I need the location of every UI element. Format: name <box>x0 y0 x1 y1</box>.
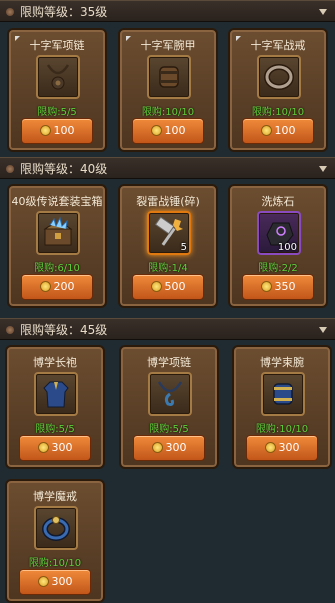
buy-button[interactable]: 300 <box>246 435 318 461</box>
buy-button[interactable]: 100 <box>242 118 314 144</box>
item-name: 博学长袍 <box>33 356 77 369</box>
buy-button[interactable]: 200 <box>21 274 93 300</box>
item-name: 洗炼石 <box>261 195 295 208</box>
purchase-limit: 限购:10/10 <box>251 107 305 118</box>
coin-icon <box>264 442 276 453</box>
item-name: 博学项链 <box>147 356 191 369</box>
section-bullet-icon <box>6 326 14 334</box>
buy-button[interactable]: 100 <box>21 118 93 144</box>
collapse-caret-icon[interactable] <box>319 9 327 15</box>
price: 100 <box>53 124 75 137</box>
section-bullet-icon <box>6 8 14 16</box>
shop-item-card[interactable]: 博学束腕 限购:10/10 300 <box>232 345 332 469</box>
shop-item-card[interactable]: 十字军战戒 限购:10/10 100 <box>228 28 328 152</box>
item-name: 十字军战戒 <box>250 39 306 52</box>
item-name: 博学魔戒 <box>33 490 77 503</box>
chest-icon[interactable] <box>36 211 80 255</box>
coin-icon <box>151 442 163 453</box>
price: 100 <box>164 124 186 137</box>
coin-icon <box>39 125 51 136</box>
refine-stone-icon[interactable]: 100 <box>257 211 301 255</box>
shop-item-card[interactable]: 40级传说套装宝箱 限购:6/10 200 <box>7 184 107 308</box>
coin-icon <box>150 281 162 292</box>
price: 300 <box>51 441 73 454</box>
purchase-limit: 限购:10/10 <box>141 107 195 118</box>
purchase-limit: 限购:1/4 <box>148 263 188 274</box>
section-label: 限购等级：40级 <box>20 162 108 176</box>
hammer-fragment-icon[interactable]: 5 <box>147 211 191 255</box>
price: 300 <box>165 441 187 454</box>
buy-button[interactable]: 100 <box>132 118 204 144</box>
ring-icon[interactable] <box>34 506 78 550</box>
price: 100 <box>274 124 296 137</box>
purchase-limit: 限购:6/10 <box>34 263 80 274</box>
coin-icon <box>260 281 272 292</box>
robe-icon[interactable] <box>34 372 78 416</box>
coin-icon <box>37 442 49 453</box>
necklace-icon[interactable] <box>148 372 192 416</box>
section-header-45[interactable]: 限购等级：45级 <box>0 318 335 340</box>
item-name: 博学束腕 <box>260 356 304 369</box>
buy-button[interactable]: 300 <box>133 435 205 461</box>
section-label: 限购等级：35级 <box>20 5 108 19</box>
item-quantity: 5 <box>180 242 187 253</box>
purchase-limit: 限购:5/5 <box>35 424 75 435</box>
purchase-limit: 限购:2/2 <box>258 263 298 274</box>
purchase-limit: 限购:10/10 <box>28 558 82 569</box>
ring-icon[interactable] <box>257 55 301 99</box>
section-header-35[interactable]: 限购等级：35级 <box>0 0 335 22</box>
collapse-caret-icon[interactable] <box>319 327 327 333</box>
item-name: 裂雷战锤(碎) <box>136 195 200 208</box>
coin-icon <box>150 125 162 136</box>
buy-button[interactable]: 300 <box>19 435 91 461</box>
shop-item-card[interactable]: 十字军腕甲 限购:10/10 100 <box>118 28 218 152</box>
item-quantity: 100 <box>277 242 297 253</box>
price: 300 <box>51 575 73 588</box>
shop-item-card[interactable]: 裂雷战锤(碎) 5 限购:1/4 500 <box>118 184 218 308</box>
bracer-icon[interactable] <box>261 372 305 416</box>
buy-button[interactable]: 350 <box>242 274 314 300</box>
shop-item-card[interactable]: 洗炼石 100 限购:2/2 350 <box>228 184 328 308</box>
coin-icon <box>260 125 272 136</box>
purchase-limit: 限购:5/5 <box>37 107 77 118</box>
item-name: 40级传说套装宝箱 <box>11 195 103 208</box>
purchase-limit: 限购:5/5 <box>149 424 189 435</box>
section-header-40[interactable]: 限购等级：40级 <box>0 157 335 179</box>
item-name: 十字军腕甲 <box>140 39 196 52</box>
purchase-limit: 限购:10/10 <box>255 424 309 435</box>
coin-icon <box>37 576 49 587</box>
shop-item-card[interactable]: 博学项链 限购:5/5 300 <box>119 345 219 469</box>
collapse-caret-icon[interactable] <box>319 166 327 172</box>
shop-item-card[interactable]: 博学魔戒 限购:10/10 300 <box>5 479 105 603</box>
necklace-icon[interactable] <box>36 55 80 99</box>
buy-button[interactable]: 500 <box>132 274 204 300</box>
price: 350 <box>274 280 296 293</box>
buy-button[interactable]: 300 <box>19 569 91 595</box>
section-label: 限购等级：45级 <box>20 323 108 337</box>
item-name: 十字军项链 <box>29 39 85 52</box>
price: 300 <box>278 441 300 454</box>
price: 200 <box>53 280 75 293</box>
shop-item-card[interactable]: 博学长袍 限购:5/5 300 <box>5 345 105 469</box>
bracer-icon[interactable] <box>147 55 191 99</box>
price: 500 <box>164 280 186 293</box>
shop-item-card[interactable]: 十字军项链 限购:5/5 100 <box>7 28 107 152</box>
coin-icon <box>39 281 51 292</box>
section-bullet-icon <box>6 165 14 173</box>
